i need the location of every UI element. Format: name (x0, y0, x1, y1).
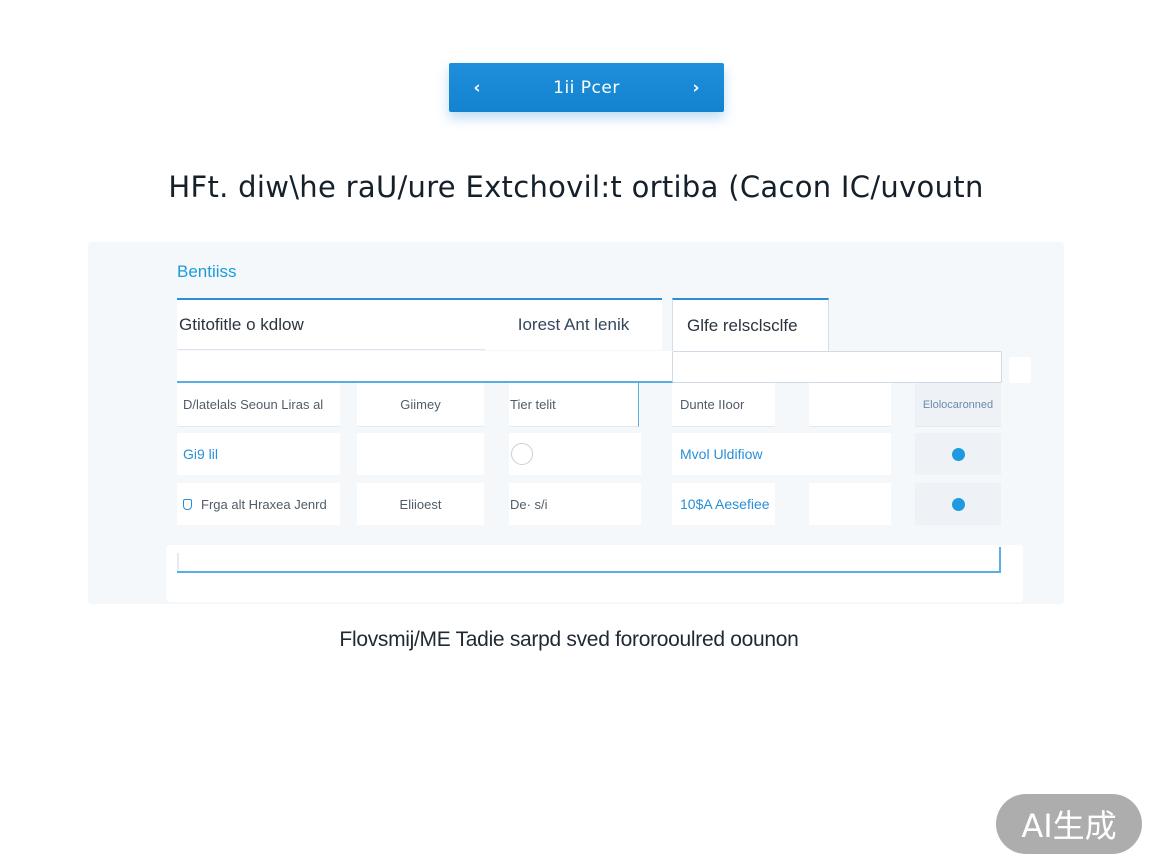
table-cell (809, 483, 891, 525)
range-slider-track[interactable] (177, 571, 1001, 573)
table-cell: D/latelals Seoun Liras al (177, 383, 340, 427)
table-cell (357, 433, 484, 475)
pager-label[interactable]: 1ii Pcer (487, 78, 686, 98)
table-cell[interactable]: 10$A Aesefiee (672, 483, 775, 525)
card-footer (166, 545, 1023, 602)
status-dot-icon (951, 447, 965, 461)
tab-2[interactable]: Iorest Ant lenik (485, 298, 662, 350)
table-row: Gi9 lil Mvol Uldifiow (177, 429, 1001, 479)
content-card: Bentiiss Gtitofitle o kdlow Iorest Ant l… (88, 242, 1064, 604)
data-table: D/latelals Seoun Liras al Giimey Tier te… (177, 383, 1001, 529)
page: ‹ 1ii Pcer › HFt. diw\he raU/ure Extchov… (0, 0, 1152, 864)
table-cell: Gi9 lil (177, 433, 340, 475)
filter-end-handle[interactable] (1009, 357, 1031, 383)
table-cell: Tier telit (509, 383, 639, 427)
ai-generated-badge: AI生成 (996, 794, 1142, 854)
filter-input-mid[interactable] (507, 351, 641, 383)
chevron-right-icon[interactable]: › (686, 78, 706, 98)
tab-strip: Gtitofitle o kdlow Iorest Ant lenik Glfe… (177, 298, 829, 352)
page-caption: Flovsmij/ME Tadie sarpd sved fororooulre… (339, 628, 799, 651)
shield-icon (183, 498, 192, 510)
table-cell: Giimey (357, 383, 484, 427)
table-cell: De· s/i (509, 483, 641, 525)
table-cell: Eliioest (357, 483, 484, 525)
radio-cell (509, 433, 641, 475)
filter-row (177, 351, 1002, 383)
card-title: Bentiiss (177, 262, 237, 281)
status-cell (915, 483, 1001, 525)
slider-end-handle[interactable] (999, 547, 1001, 573)
row-radio[interactable] (511, 443, 533, 465)
table-cell: Frga alt Hraxea Jenrd (177, 483, 340, 525)
tab-3[interactable]: Glfe relsclsclfe (672, 298, 829, 352)
table-cell[interactable]: Mvol Uldifiow (672, 433, 891, 475)
column-header-status: Elolocaronned (915, 383, 1001, 427)
table-cell (809, 383, 891, 427)
slider-start-cap (177, 553, 179, 573)
status-cell (915, 433, 1001, 475)
tab-1[interactable]: Gtitofitle o kdlow (177, 298, 485, 350)
table-cell-text: Frga alt Hraxea Jenrd (201, 496, 327, 512)
status-dot-icon (951, 497, 965, 511)
pager-bar: ‹ 1ii Pcer › (449, 63, 724, 112)
table-row: Frga alt Hraxea Jenrd Eliioest De· s/i 1… (177, 479, 1001, 529)
table-row: D/latelals Seoun Liras al Giimey Tier te… (177, 383, 1001, 429)
filter-search-input[interactable] (672, 351, 1002, 383)
table-cell: Dunte IIoor (672, 383, 775, 427)
chevron-left-icon[interactable]: ‹ (467, 78, 487, 98)
page-headline: HFt. diw\he raU/ure Extchovil:t ortiba (… (168, 170, 984, 204)
